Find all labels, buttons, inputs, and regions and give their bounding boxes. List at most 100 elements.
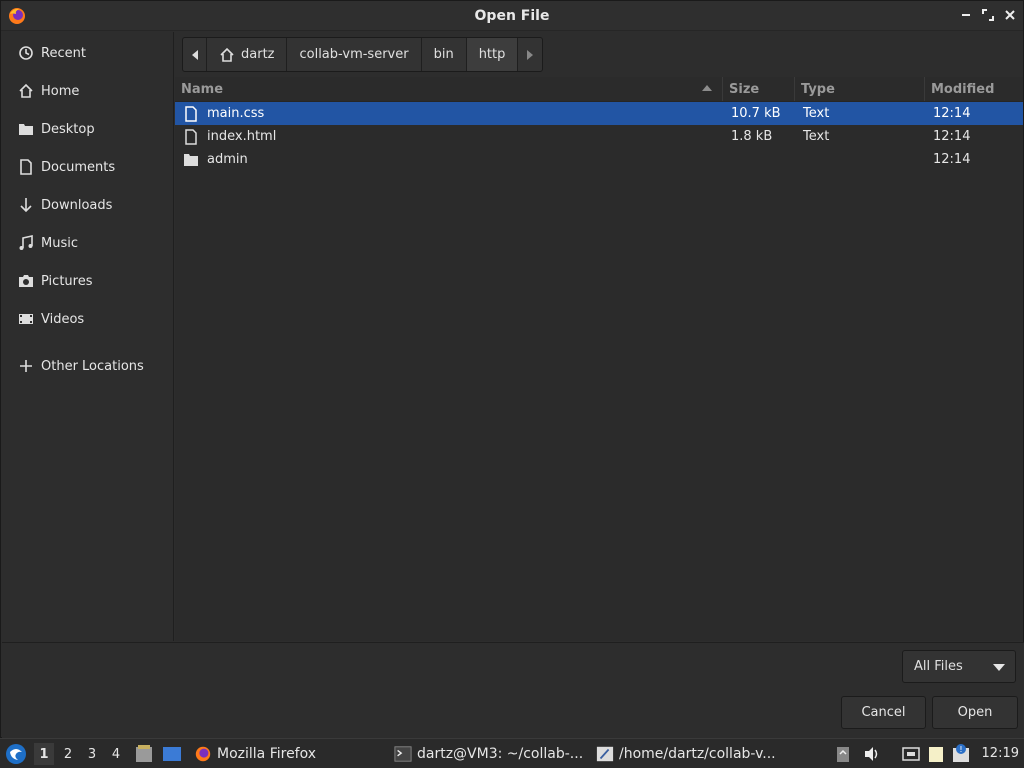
dialog-footer: All Files Cancel Open xyxy=(2,642,1024,738)
file-size xyxy=(723,148,795,171)
sidebar-item-label: Desktop xyxy=(41,121,95,137)
notes-icon[interactable] xyxy=(927,744,945,764)
sidebar-item-home[interactable]: Home xyxy=(2,72,173,110)
file-icon xyxy=(183,105,199,122)
chevron-right-icon xyxy=(527,49,534,60)
sidebar-item-documents[interactable]: Documents xyxy=(2,148,173,186)
task-label: dartz@VM3: ~/collab-... xyxy=(417,746,584,762)
sidebar-item-pictures[interactable]: Pictures xyxy=(2,262,173,300)
column-header-modified[interactable]: Modified xyxy=(925,77,1023,101)
window-title: Open File xyxy=(474,7,550,24)
editor-icon xyxy=(596,746,614,762)
music-icon xyxy=(17,234,35,252)
column-label: Type xyxy=(801,81,835,97)
title-bar: Open File xyxy=(1,1,1023,31)
sidebar-item-label: Music xyxy=(41,235,78,251)
file-size: 10.7 kB xyxy=(731,106,781,121)
places-sidebar: Recent Home Desktop Documents Downloads xyxy=(2,32,174,641)
sidebar-item-label: Downloads xyxy=(41,197,113,213)
file-filter-dropdown[interactable]: All Files xyxy=(902,650,1016,683)
clock-icon xyxy=(17,44,35,62)
task-label: /home/dartz/collab-v... xyxy=(619,746,776,762)
column-header-name[interactable]: Name xyxy=(175,77,723,101)
file-list: Name Size Type Modified main.css 10.7 kB… xyxy=(175,77,1023,641)
workspace-button-1[interactable]: 1 xyxy=(34,743,54,765)
column-header-size[interactable]: Size xyxy=(723,77,795,101)
file-row[interactable]: index.html 1.8 kB Text 12:14 xyxy=(175,125,1023,148)
update-notifier-icon[interactable]: ! xyxy=(952,744,970,764)
path-crumb-home[interactable]: dartz xyxy=(207,38,288,71)
file-type: Text xyxy=(803,129,830,144)
home-icon xyxy=(220,47,234,62)
firefox-icon xyxy=(9,8,25,24)
file-name: index.html xyxy=(207,129,277,144)
path-crumb[interactable]: bin xyxy=(422,38,467,71)
volume-icon[interactable] xyxy=(863,744,881,764)
home-icon xyxy=(17,82,35,100)
workspace-button-3[interactable]: 3 xyxy=(82,743,102,765)
file-row[interactable]: admin 12:14 xyxy=(175,148,1023,171)
chevron-down-icon xyxy=(993,664,1005,671)
workspace-button-4[interactable]: 4 xyxy=(106,743,126,765)
folder-icon xyxy=(183,152,199,168)
close-button[interactable] xyxy=(1003,7,1017,23)
file-list-header: Name Size Type Modified xyxy=(175,77,1023,102)
file-filter-value: All Files xyxy=(914,659,963,674)
column-label: Size xyxy=(729,81,760,97)
sidebar-item-other-locations[interactable]: Other Locations xyxy=(2,347,173,385)
sidebar-item-desktop[interactable]: Desktop xyxy=(2,110,173,148)
path-crumb-label: bin xyxy=(433,47,454,62)
plus-icon xyxy=(17,357,35,375)
sidebar-item-downloads[interactable]: Downloads xyxy=(2,186,173,224)
close-icon xyxy=(1005,10,1015,20)
maximize-button[interactable] xyxy=(981,7,995,23)
file-size: 1.8 kB xyxy=(731,129,773,144)
column-label: Name xyxy=(181,81,224,97)
path-bar: dartz collab-vm-server bin http xyxy=(182,37,544,72)
clock[interactable]: 12:19 xyxy=(982,746,1019,761)
path-crumb-active[interactable]: http xyxy=(466,38,519,71)
download-icon xyxy=(17,196,35,214)
minimize-button[interactable] xyxy=(959,7,973,23)
sidebar-item-videos[interactable]: Videos xyxy=(2,300,173,338)
open-file-dialog: Open File Recent Home Desktop Documents … xyxy=(0,0,1024,738)
clipboard-icon[interactable] xyxy=(834,744,852,764)
path-scroll-right-button[interactable] xyxy=(518,38,542,71)
workspace-button-2[interactable]: 2 xyxy=(58,743,78,765)
firefox-icon xyxy=(195,746,211,762)
sidebar-item-music[interactable]: Music xyxy=(2,224,173,262)
maximize-icon xyxy=(982,9,994,21)
show-desktop-icon[interactable] xyxy=(162,744,182,764)
file-modified: 12:14 xyxy=(933,129,971,144)
minimize-icon xyxy=(962,14,970,16)
open-button[interactable]: Open xyxy=(932,696,1018,729)
sidebar-item-label: Other Locations xyxy=(41,358,144,374)
file-manager-icon[interactable] xyxy=(134,744,154,764)
path-crumb-label: http xyxy=(478,47,506,62)
cancel-button[interactable]: Cancel xyxy=(841,696,926,729)
chevron-left-icon xyxy=(191,49,198,60)
sidebar-item-label: Home xyxy=(41,83,80,99)
terminal-icon xyxy=(394,746,412,762)
network-icon[interactable] xyxy=(902,744,920,764)
file-icon xyxy=(183,128,199,145)
taskbar: 1 2 3 4 Mozilla Firefox dartz@VM3: ~/col… xyxy=(0,738,1024,768)
column-label: Modified xyxy=(931,81,995,97)
file-name: main.css xyxy=(207,106,265,121)
taskbar-task-terminal[interactable]: dartz@VM3: ~/collab-... xyxy=(394,741,586,767)
taskbar-task-firefox[interactable]: Mozilla Firefox xyxy=(194,741,384,767)
sidebar-item-label: Documents xyxy=(41,159,116,175)
start-menu-icon[interactable] xyxy=(4,742,28,766)
sidebar-item-recent[interactable]: Recent xyxy=(2,34,173,72)
column-header-type[interactable]: Type xyxy=(795,77,925,101)
path-crumb[interactable]: collab-vm-server xyxy=(287,38,422,71)
path-scroll-left-button[interactable] xyxy=(183,38,207,71)
file-type: Text xyxy=(803,106,830,121)
video-icon xyxy=(17,310,35,328)
file-modified: 12:14 xyxy=(933,106,971,121)
file-row[interactable]: main.css 10.7 kB Text 12:14 xyxy=(175,102,1023,125)
task-label: Mozilla Firefox xyxy=(217,746,317,762)
file-modified: 12:14 xyxy=(933,152,971,167)
taskbar-task-editor[interactable]: /home/dartz/collab-v... xyxy=(596,741,792,767)
document-icon xyxy=(17,158,35,176)
